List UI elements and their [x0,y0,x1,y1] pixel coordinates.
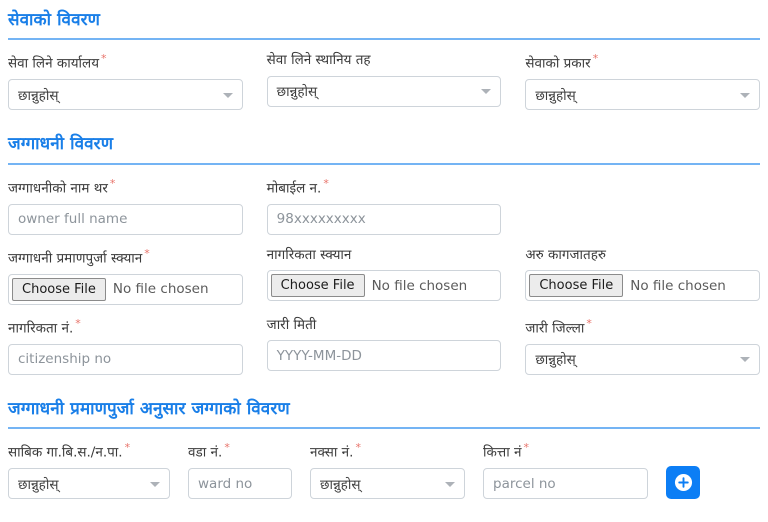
issue-date-input[interactable]: YYYY-MM-DD [266,340,502,372]
file-name-label: No file chosen [630,277,726,294]
required-asterisk: * [109,176,116,190]
field-service-office: सेवा लिने कार्यालय * छान्नुहोस् [8,51,243,111]
field-label: सेवाको प्रकार * [525,52,599,72]
other-documents-file-input[interactable]: Choose File No file chosen [525,270,761,302]
chevron-down-icon [740,357,751,363]
field-label: नागरिकता स्क्यान [266,246,352,263]
required-asterisk: * [355,441,361,454]
field-label: जग्गाधनी प्रमाणपुर्जा स्क्यान * [8,246,150,267]
chevron-down-icon [481,89,492,95]
section-divider [8,38,760,41]
select-value: छान्नुहोस् [18,87,59,104]
field-issue-district: जारी जिल्ला * छान्नुहोस् [525,316,761,375]
chevron-down-icon [150,481,160,487]
service-type-select[interactable]: छान्नुहोस् [525,79,761,111]
form-row: साबिक गा.बि.स./न.पा. * छान्नुहोस् वडा नं.… [8,440,760,500]
section-title: जग्गाधनी विवरण [8,134,114,155]
field-label: सेवा लिने स्थानिय तह [266,52,371,69]
choose-file-button[interactable]: Choose File [529,274,624,298]
required-asterisk: * [101,52,107,66]
field-map-number: नक्सा नं. * छान्नुहोस् [310,440,465,500]
field-label: सेवा लिने कार्यालय * [8,52,107,72]
owner-name-input[interactable]: owner full name [8,203,243,235]
field-landcert-scan: जग्गाधनी प्रमाणपुर्जा स्क्यान * Choose Fi… [8,246,243,305]
field-label: नक्सा नं. * [310,441,361,461]
select-value: छान्नुहोस् [276,84,318,101]
field-label: कित्ता नं * [483,441,529,461]
form-row: नागरिकता नं. * citizenship no जारी मिती Y… [8,316,761,375]
field-label: जारी मिती [266,316,317,333]
required-asterisk: * [323,176,329,190]
select-value: छान्नुहोस् [18,476,59,493]
field-local-level: सेवा लिने स्थानिय तह छान्नुहोस् [266,51,502,110]
section-land-details: जग्गाधनी प्रमाणपुर्जा अनुसार जग्गाको विव… [8,389,760,500]
required-asterisk: * [523,441,529,454]
chevron-down-icon [445,481,455,487]
required-asterisk: * [592,52,599,66]
section-landowner-details: जग्गाधनी विवरण जग्गाधनीको नाम थर * owner … [8,124,761,375]
field-citizenship-number: नागरिकता नं. * citizenship no [8,316,243,375]
file-name-label: No file chosen [371,277,468,294]
form-row: जग्गाधनी प्रमाणपुर्जा स्क्यान * Choose Fi… [8,246,761,305]
parcel-number-input[interactable]: parcel no [483,468,648,500]
form-row: सेवा लिने कार्यालय * छान्नुहोस् सेवा लिने… [8,51,761,111]
issue-district-select[interactable]: छान्नुहोस् [525,343,761,375]
field-label: साबिक गा.बि.स./न.पा. * [8,441,131,461]
select-value: छान्नुहोस् [535,352,576,369]
form-row: जग्गाधनीको नाम थर * owner full name मोबाई… [8,176,760,235]
field-parcel-number: कित्ता नं * parcel no [483,440,648,500]
field-label: वडा नं. * [188,441,230,461]
field-issue-date: जारी मिती YYYY-MM-DD [266,316,502,375]
choose-file-button[interactable]: Choose File [270,274,365,298]
map-number-select[interactable]: छान्नुहोस् [310,468,465,500]
plus-circle-icon [674,473,693,492]
field-label: अरु कागजातहरु [525,246,606,263]
required-asterisk: * [75,316,81,330]
land-service-form: सेवाको विवरण सेवा लिने कार्यालय * छान्नुह… [0,0,768,522]
field-label: मोबाईल न. * [266,176,329,197]
section-divider [8,162,760,165]
chevron-down-icon [222,92,233,98]
required-asterisk: * [144,246,150,260]
field-label: नागरिकता नं. * [8,316,81,337]
landcert-scan-file-input[interactable]: Choose File No file chosen [8,273,243,305]
field-other-documents: अरु कागजातहरु Choose File No file chosen [525,246,761,305]
field-former-vdc-municipality: साबिक गा.बि.स./न.पा. * छान्नुहोस् [8,440,170,500]
field-label: जग्गाधनीको नाम थर * [8,176,116,197]
select-value: छान्नुहोस् [535,87,576,104]
section-title: सेवाको विवरण [8,10,101,30]
section-service-details: सेवाको विवरण सेवा लिने कार्यालय * छान्नुह… [8,0,761,111]
citizenship-scan-file-input[interactable]: Choose File No file chosen [266,270,502,302]
field-service-type: सेवाको प्रकार * छान्नुहोस् [525,51,761,111]
choose-file-button[interactable]: Choose File [12,277,106,301]
add-parcel-button[interactable] [666,466,700,500]
service-office-select[interactable]: छान्नुहोस् [8,79,243,111]
section-title: जग्गाधनी प्रमाणपुर्जा अनुसार जग्गाको विव… [8,398,290,419]
field-label: जारी जिल्ला * [525,316,592,337]
field-owner-name: जग्गाधनीको नाम थर * owner full name [8,176,243,235]
former-vdc-municipality-select[interactable]: छान्नुहोस् [8,468,170,500]
required-asterisk: * [124,441,131,454]
add-parcel-button-wrap [666,466,700,500]
file-name-label: No file chosen [112,281,209,298]
field-mobile-number: मोबाईल न. * 98xxxxxxxxx [266,176,502,235]
field-citizenship-scan: नागरिकता स्क्यान Choose File No file cho… [266,246,502,305]
required-asterisk: * [586,316,592,330]
required-asterisk: * [224,441,230,454]
ward-number-input[interactable]: ward no [188,468,292,500]
local-level-select[interactable]: छान्नुहोस् [266,75,502,107]
mobile-number-input[interactable]: 98xxxxxxxxx [266,203,502,235]
chevron-down-icon [740,92,751,98]
select-value: छान्नुहोस् [320,476,361,493]
section-divider [8,427,760,429]
citizenship-number-input[interactable]: citizenship no [8,343,243,375]
field-ward-number: वडा नं. * ward no [188,440,292,500]
